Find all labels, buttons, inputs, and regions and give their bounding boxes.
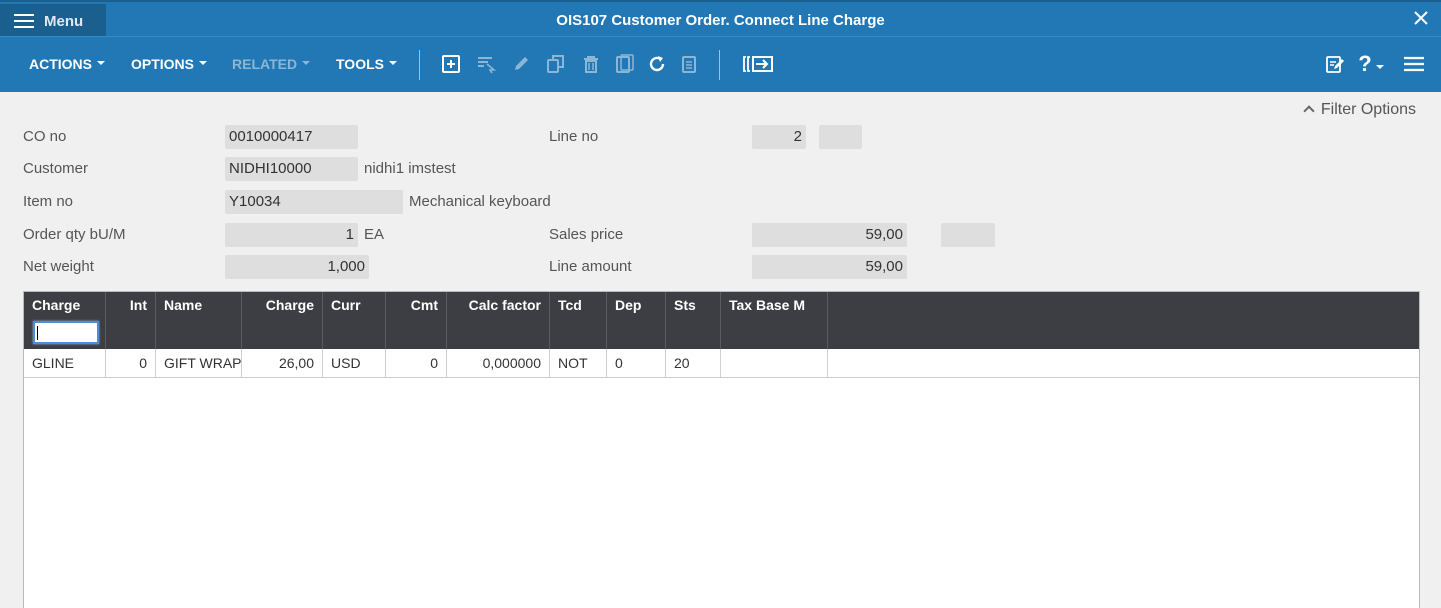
cell-sts: 20 [666, 349, 721, 377]
related-menu-label: RELATED [232, 56, 298, 72]
delete-icon[interactable] [580, 53, 602, 75]
column-header-int[interactable]: Int [106, 292, 156, 349]
tools-menu[interactable]: TOOLS [336, 56, 397, 72]
customer-label: Customer [23, 160, 89, 177]
title-bar: Menu OIS107 Customer Order. Connect Line… [0, 0, 1441, 38]
column-header-tax-base[interactable]: Tax Base M [721, 292, 828, 349]
column-header-curr[interactable]: Curr [323, 292, 386, 349]
navigate-icon[interactable] [742, 53, 774, 75]
filter-options-toggle[interactable]: Filter Options [1303, 101, 1416, 119]
actions-menu[interactable]: ACTIONS [29, 56, 105, 72]
actions-menu-label: ACTIONS [29, 56, 92, 72]
options-menu[interactable]: OPTIONS [131, 56, 208, 72]
related-menu[interactable]: RELATED [232, 56, 311, 72]
cell-tax-base [721, 349, 828, 377]
line-no-field: 2 [752, 125, 806, 149]
sales-price-label: Sales price [549, 226, 624, 243]
order-qty-field: 1 [225, 223, 358, 247]
cell-int: 0 [106, 349, 156, 377]
caret-down-icon [302, 61, 311, 66]
net-weight-field: 1,000 [225, 255, 369, 279]
caret-down-icon [199, 61, 208, 66]
line-amount-field: 59,00 [752, 255, 907, 279]
net-weight-label: Net weight [23, 258, 94, 275]
order-qty-unit: EA [364, 226, 385, 243]
sales-price-extra-field [941, 223, 995, 247]
toolbar-divider [419, 50, 420, 80]
line-amount-label: Line amount [549, 258, 632, 275]
more-menu-icon[interactable] [1403, 53, 1425, 75]
customer-field: NIDHI10000 [225, 157, 358, 181]
item-no-field: Y10034 [225, 190, 403, 214]
charges-grid: Charge Int Name Charge Curr Cmt Calc fac… [23, 291, 1420, 608]
cell-curr: USD [323, 349, 386, 377]
column-header-label: Charge [32, 297, 81, 313]
table-row[interactable]: GLINE 0 GIFT WRAP 26,00 USD 0 0,000000 N… [24, 349, 1419, 378]
refresh-icon[interactable] [646, 53, 668, 75]
sales-price-field: 59,00 [752, 223, 907, 247]
caret-down-icon [1375, 65, 1384, 69]
line-no-label: Line no [549, 128, 599, 145]
close-icon[interactable] [1411, 10, 1431, 30]
select-icon[interactable] [475, 53, 497, 75]
cell-tcd: NOT [550, 349, 607, 377]
clipboard-icon[interactable] [678, 53, 700, 75]
notes-icon[interactable] [1324, 53, 1346, 75]
co-no-field: 0010000417 [225, 125, 358, 149]
charge-filter-input[interactable] [33, 321, 99, 344]
line-suffix-field [819, 125, 862, 149]
tools-menu-label: TOOLS [336, 56, 384, 72]
column-header-sts[interactable]: Sts [666, 292, 721, 349]
item-no-label: Item no [23, 193, 74, 210]
column-header-name[interactable]: Name [156, 292, 242, 349]
cell-dep: 0 [607, 349, 666, 377]
toolbar-divider [719, 50, 720, 80]
cell-calc-factor: 0,000000 [447, 349, 550, 377]
help-icon[interactable]: ? [1356, 51, 1386, 76]
toolbar: ACTIONS OPTIONS RELATED TOOLS ? [0, 36, 1441, 92]
filter-options-label: Filter Options [1320, 101, 1416, 118]
cell-cmt: 0 [386, 349, 447, 377]
edit-icon[interactable] [510, 53, 532, 75]
text-cursor [37, 326, 38, 340]
customer-name: nidhi1 imstest [364, 160, 456, 177]
cell-name: GIFT WRAP [156, 349, 242, 377]
help-label: ? [1358, 51, 1372, 76]
column-header-calc-factor[interactable]: Calc factor [447, 292, 550, 349]
caret-down-icon [388, 61, 397, 66]
chevron-up-icon [1303, 105, 1315, 117]
menu-button[interactable]: Menu [0, 4, 106, 38]
cell-charge-amount: 26,00 [242, 349, 323, 377]
column-header-charge-amount[interactable]: Charge [242, 292, 323, 349]
options-menu-label: OPTIONS [131, 56, 195, 72]
item-description: Mechanical keyboard [409, 193, 551, 210]
co-no-label: CO no [23, 128, 67, 145]
column-header-charge[interactable]: Charge [24, 292, 106, 349]
menu-label: Menu [44, 12, 84, 30]
copy-icon[interactable] [545, 53, 567, 75]
order-qty-label: Order qty bU/M [23, 226, 126, 243]
column-header-tcd[interactable]: Tcd [550, 292, 607, 349]
add-icon[interactable] [440, 53, 462, 75]
column-header-dep[interactable]: Dep [607, 292, 666, 349]
column-header-cmt[interactable]: Cmt [386, 292, 447, 349]
window-title: OIS107 Customer Order. Connect Line Char… [556, 12, 885, 29]
caret-down-icon [97, 61, 105, 66]
display-icon[interactable] [614, 53, 636, 75]
hamburger-icon [14, 14, 34, 28]
cell-charge: GLINE [24, 349, 106, 377]
grid-header: Charge Int Name Charge Curr Cmt Calc fac… [24, 292, 1419, 349]
